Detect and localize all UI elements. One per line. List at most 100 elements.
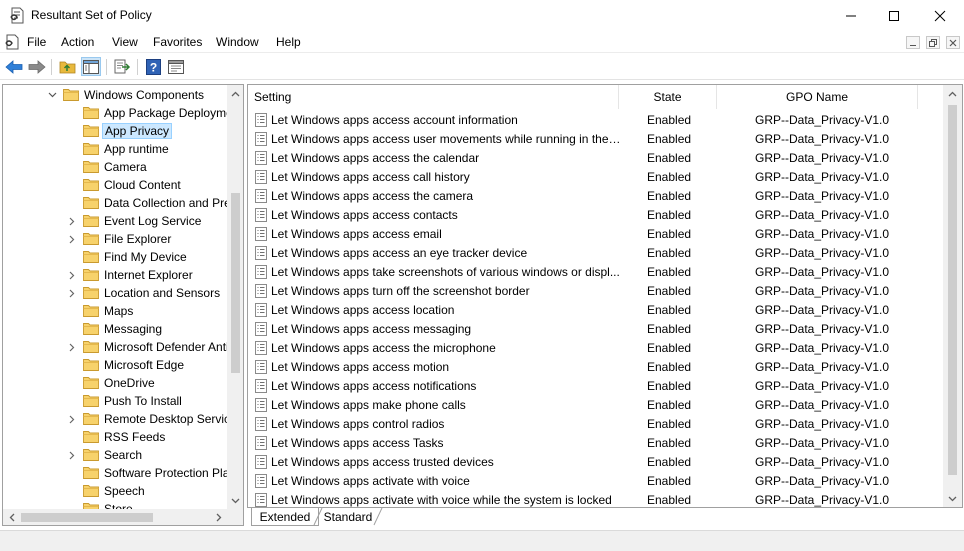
folder-icon xyxy=(83,413,99,425)
tree-item[interactable]: Push To Install xyxy=(3,392,243,410)
folder-icon xyxy=(83,341,99,353)
chevron-right-icon[interactable] xyxy=(67,413,77,425)
table-row[interactable]: Let Windows apps access an eye tracker d… xyxy=(248,243,943,262)
tree-item[interactable]: App Privacy xyxy=(3,122,243,140)
table-row[interactable]: Let Windows apps access email Enabled GRP-… xyxy=(248,224,943,243)
chevron-right-icon[interactable] xyxy=(67,287,77,299)
tree-item[interactable]: Data Collection and Preview Builds xyxy=(3,194,243,212)
help-button[interactable]: ? xyxy=(143,57,163,76)
policy-list[interactable]: Setting State GPO Name Let Windows apps … xyxy=(247,84,963,508)
properties-button[interactable] xyxy=(166,57,186,76)
child-close-button[interactable] xyxy=(946,36,960,49)
table-row[interactable]: Let Windows apps access user movements w… xyxy=(248,129,943,148)
tree-item[interactable]: Find My Device xyxy=(3,248,243,266)
list-vertical-scrollbar[interactable] xyxy=(943,85,962,507)
table-row[interactable]: Let Windows apps access motion Enabled GRP… xyxy=(248,357,943,376)
show-hide-console-tree-button[interactable] xyxy=(81,57,101,76)
menu-favorites[interactable]: Favorites xyxy=(153,35,202,49)
child-minimize-button[interactable] xyxy=(906,36,920,49)
table-row[interactable]: Let Windows apps access the microphone En… xyxy=(248,338,943,357)
child-restore-button[interactable] xyxy=(926,36,940,49)
tree-hscroll-thumb[interactable] xyxy=(21,513,153,522)
state-cell: Enabled xyxy=(647,265,692,279)
column-header-state[interactable]: State xyxy=(619,85,717,109)
scroll-down-arrow[interactable] xyxy=(944,490,961,507)
menu-file[interactable]: File xyxy=(27,35,46,49)
scroll-left-arrow[interactable] xyxy=(3,509,20,525)
tree-item[interactable]: Cloud Content xyxy=(3,176,243,194)
menu-view[interactable]: View xyxy=(112,35,138,49)
table-row[interactable]: Let Windows apps access notifications Ena… xyxy=(248,376,943,395)
console-tree[interactable]: Windows Components App Package Deployment… xyxy=(2,84,244,526)
chevron-right-icon[interactable] xyxy=(67,449,77,461)
tree-item[interactable]: Windows Components xyxy=(3,86,243,104)
list-vscroll-thumb[interactable] xyxy=(948,105,957,475)
tree-item[interactable]: Software Protection Platform xyxy=(3,464,243,482)
scroll-up-arrow[interactable] xyxy=(227,85,243,102)
tab-extended[interactable]: Extended xyxy=(251,508,319,526)
maximize-icon xyxy=(889,10,899,21)
scroll-up-arrow[interactable] xyxy=(944,85,961,102)
table-row[interactable]: Let Windows apps access the camera Enable… xyxy=(248,186,943,205)
tree-item[interactable]: Remote Desktop Services xyxy=(3,410,243,428)
tree-item[interactable]: App Package Deployment xyxy=(3,104,243,122)
tree-item[interactable]: Internet Explorer xyxy=(3,266,243,284)
maximize-button[interactable] xyxy=(871,0,917,31)
tree-item[interactable]: Microsoft Edge xyxy=(3,356,243,374)
tree-item[interactable]: Camera xyxy=(3,158,243,176)
tree-item[interactable]: Maps xyxy=(3,302,243,320)
status-bar xyxy=(0,530,964,551)
forward-button[interactable] xyxy=(27,57,47,76)
column-header-gpo-name[interactable]: GPO Name xyxy=(717,85,918,109)
tree-item[interactable]: App runtime xyxy=(3,140,243,158)
tree-item[interactable]: OneDrive xyxy=(3,374,243,392)
tree-item[interactable]: Speech xyxy=(3,482,243,500)
table-row[interactable]: Let Windows apps take screenshots of var… xyxy=(248,262,943,281)
export-list-button[interactable] xyxy=(112,57,132,76)
table-row[interactable]: Let Windows apps make phone calls Enabled… xyxy=(248,395,943,414)
tab-standard[interactable]: Standard xyxy=(317,508,379,526)
table-row[interactable]: Let Windows apps control radios Enabled GR… xyxy=(248,414,943,433)
setting-cell: Let Windows apps access email xyxy=(271,227,442,241)
column-header-setting[interactable]: Setting xyxy=(248,85,619,109)
setting-cell: Let Windows apps access notifications xyxy=(271,379,477,393)
chevron-right-icon[interactable] xyxy=(67,269,77,281)
table-row[interactable]: Let Windows apps access Tasks Enabled GRP-… xyxy=(248,433,943,452)
back-button[interactable] xyxy=(4,57,24,76)
table-row[interactable]: Let Windows apps access call history Enab… xyxy=(248,167,943,186)
chevron-right-icon[interactable] xyxy=(67,341,77,353)
tree-item[interactable]: Messaging xyxy=(3,320,243,338)
chevron-right-icon[interactable] xyxy=(67,215,77,227)
table-row[interactable]: Let Windows apps access account informat… xyxy=(248,110,943,129)
tree-item[interactable]: Search xyxy=(3,446,243,464)
table-row[interactable]: Let Windows apps access messaging Enabled… xyxy=(248,319,943,338)
table-row[interactable]: Let Windows apps turn off the screenshot… xyxy=(248,281,943,300)
table-row[interactable]: Let Windows apps access trusted devices E… xyxy=(248,452,943,471)
tree-item[interactable]: RSS Feeds xyxy=(3,428,243,446)
minimize-button[interactable] xyxy=(828,0,874,31)
system-menu-icon[interactable] xyxy=(4,34,20,50)
menu-action[interactable]: Action xyxy=(61,35,94,49)
table-row[interactable]: Let Windows apps access contacts Enabled G… xyxy=(248,205,943,224)
menu-help[interactable]: Help xyxy=(276,35,301,49)
table-row[interactable]: Let Windows apps activate with voice whi… xyxy=(248,490,943,507)
scroll-down-arrow[interactable] xyxy=(227,492,243,509)
table-row[interactable]: Let Windows apps access location Enabled G… xyxy=(248,300,943,319)
minimize-icon xyxy=(910,44,916,46)
tree-item-label: Camera xyxy=(104,160,147,174)
close-button[interactable] xyxy=(917,0,963,31)
chevron-right-icon[interactable] xyxy=(67,233,77,245)
up-one-level-button[interactable] xyxy=(57,57,77,76)
table-row[interactable]: Let Windows apps activate with voice Enab… xyxy=(248,471,943,490)
tree-horizontal-scrollbar[interactable] xyxy=(3,509,227,525)
tree-item[interactable]: Location and Sensors xyxy=(3,284,243,302)
tree-item[interactable]: File Explorer xyxy=(3,230,243,248)
tree-item[interactable]: Microsoft Defender Antivirus xyxy=(3,338,243,356)
tree-vertical-scrollbar[interactable] xyxy=(227,85,243,509)
tree-item[interactable]: Event Log Service xyxy=(3,212,243,230)
table-row[interactable]: Let Windows apps access the calendar Enab… xyxy=(248,148,943,167)
tree-vscroll-thumb[interactable] xyxy=(231,193,240,373)
scroll-right-arrow[interactable] xyxy=(210,509,227,525)
menu-window[interactable]: Window xyxy=(216,35,259,49)
chevron-down-icon[interactable] xyxy=(47,89,57,101)
